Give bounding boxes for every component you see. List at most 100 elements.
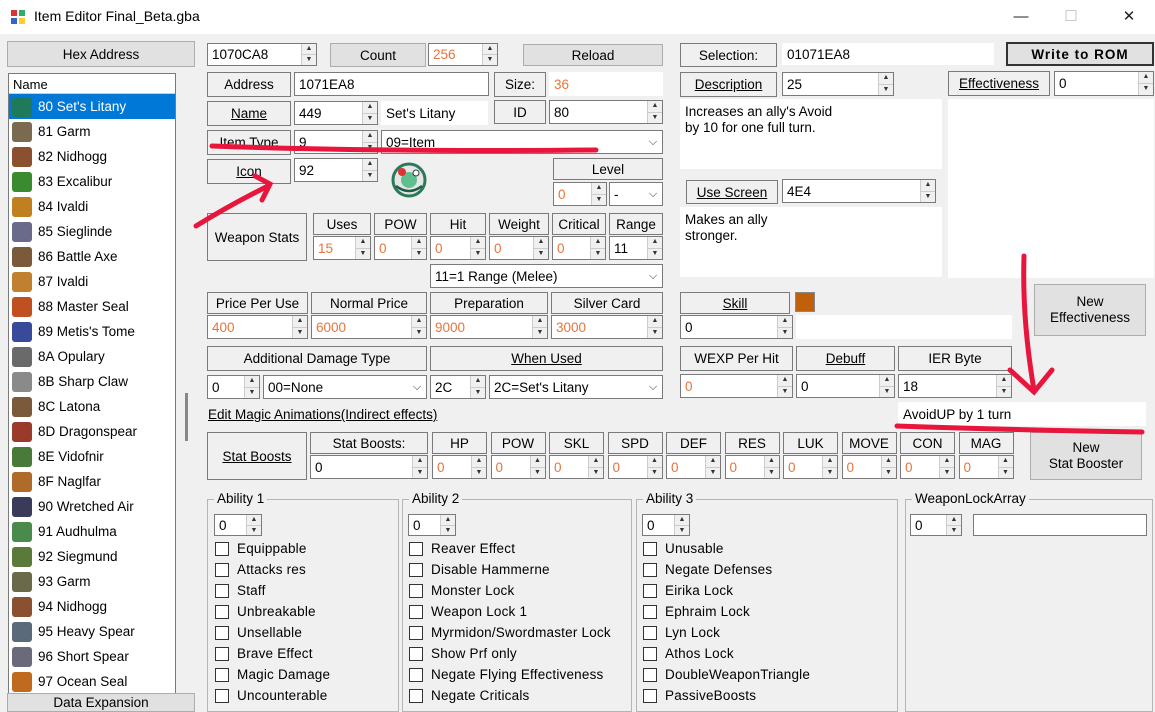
spinner-arrows-icon[interactable]: ▲ ▼ [674,515,689,535]
list-item[interactable]: 91 Audhulma [9,519,175,544]
stat-boosts-spinner[interactable]: 0 ▲ ▼ [310,455,428,479]
scroll-thumb[interactable] [185,393,188,441]
hex-address-button[interactable]: Hex Address [7,41,195,67]
spinner-arrows-icon[interactable]: ▲ ▼ [777,375,792,397]
ier-byte-spinner[interactable]: 18 ▲ ▼ [898,374,1012,398]
spinner-arrows-icon[interactable]: ▲ ▼ [763,456,779,478]
list-item[interactable]: 85 Sieglinde [9,219,175,244]
name-spinner[interactable]: 449 ▲ ▼ [294,101,378,125]
ab2-checkbox[interactable]: Weapon Lock 1 [409,604,527,619]
effectiveness-spinner[interactable]: 0 ▲ ▼ [1054,71,1154,96]
spinner-arrows-icon[interactable]: ▲ ▼ [246,515,261,535]
spinner-arrows-icon[interactable]: ▲ ▼ [879,375,894,397]
spinner-arrows-icon[interactable]: ▲ ▼ [878,73,893,95]
new-stat-booster-button[interactable]: New Stat Booster [1030,432,1142,480]
list-item[interactable]: 8E Vidofnir [9,444,175,469]
stat-hp-spinner[interactable]: 0 ▲ ▼ [432,455,487,479]
checkbox-box[interactable] [643,625,657,640]
spinner-arrows-icon[interactable]: ▲ ▼ [939,456,954,478]
reload-button[interactable]: Reload [523,44,663,66]
spinner-arrows-icon[interactable]: ▲ ▼ [471,456,486,478]
ab2-checkbox[interactable]: Negate Flying Effectiveness [409,667,604,682]
spinner-arrows-icon[interactable]: ▲ ▼ [411,237,426,259]
spinner-arrows-icon[interactable]: ▲ ▼ [590,237,605,259]
list-item[interactable]: 82 Nidhogg [9,144,175,169]
level-combo[interactable]: - ⌵ [609,182,663,206]
spinner-arrows-icon[interactable]: ▲ ▼ [646,456,662,478]
item-list[interactable]: Name 80 Set's Litany 81 Garm 82 Nidhogg 83 … [8,73,176,695]
maximize-icon[interactable]: ☐ [1060,6,1082,28]
skill-spinner[interactable]: 0 ▲ ▼ [680,315,793,339]
checkbox-box[interactable] [409,646,423,661]
checkbox-box[interactable] [643,604,657,619]
spinner-arrows-icon[interactable]: ▲ ▼ [470,237,485,259]
checkbox-box[interactable] [215,541,229,556]
checkbox-box[interactable] [643,583,657,598]
spinner-arrows-icon[interactable]: ▲ ▼ [591,183,606,205]
critical-spinner[interactable]: 0 ▲ ▼ [552,236,606,260]
when-used-combo[interactable]: 2C=Set's Litany ⌵ [489,375,663,399]
minimize-icon[interactable]: — [1010,6,1032,28]
list-item[interactable]: 8F Naglfar [9,469,175,494]
ab2-checkbox[interactable]: Reaver Effect [409,541,515,556]
spinner-arrows-icon[interactable]: ▲ ▼ [880,456,896,478]
checkbox-box[interactable] [643,688,657,703]
count-spinner[interactable]: 256 ▲ ▼ [428,43,498,66]
spinner-arrows-icon[interactable]: ▲ ▼ [946,515,961,535]
chevron-down-icon[interactable]: ⌵ [644,381,662,394]
ab1-checkbox[interactable]: Uncounterable [215,688,327,703]
weapon-lock-spinner[interactable]: 0 ▲ ▼ [910,514,962,536]
debuff-button[interactable]: Debuff [796,346,895,371]
list-item[interactable]: 87 Ivaldi [9,269,175,294]
spinner-arrows-icon[interactable]: ▲ ▼ [777,316,792,338]
weight-spinner[interactable]: 0 ▲ ▼ [489,236,549,260]
effectiveness-button[interactable]: Effectiveness [948,71,1050,96]
use-screen-spinner[interactable]: 4E4 ▲ ▼ [782,179,936,203]
spinner-arrows-icon[interactable]: ▲ ▼ [532,316,547,338]
ab1-checkbox[interactable]: Magic Damage [215,667,330,682]
spinner-arrows-icon[interactable]: ▲ ▼ [411,316,426,338]
spinner-arrows-icon[interactable]: ▲ ▼ [292,316,307,338]
preparation-spinner[interactable]: 9000 ▲ ▼ [430,315,548,339]
checkbox-box[interactable] [409,583,423,598]
checkbox-box[interactable] [215,667,229,682]
ab3-checkbox[interactable]: Athos Lock [643,646,734,661]
list-item[interactable]: 95 Heavy Spear [9,619,175,644]
list-scrollbar[interactable] [176,73,196,695]
list-item[interactable]: 84 Ivaldi [9,194,175,219]
icon-spinner[interactable]: 92 ▲ ▼ [294,158,378,182]
edit-magic-animations-link[interactable]: Edit Magic Animations(Indirect effects) [208,407,437,422]
use-screen-text[interactable]: Makes an ally stronger. [680,207,942,277]
when-used-button[interactable]: When Used [430,346,663,371]
hit-spinner[interactable]: 0 ▲ ▼ [430,236,486,260]
hex-address-spinner[interactable]: 1070CA8 ▲ ▼ [207,43,317,66]
ab3-checkbox[interactable]: Unusable [643,541,724,556]
new-effectiveness-button[interactable]: New Effectiveness [1034,284,1146,336]
stat-move-spinner[interactable]: 0 ▲ ▼ [841,455,897,479]
selection-field[interactable]: 01071EA8 [782,43,994,65]
ability3-spinner[interactable]: 0 ▲ ▼ [642,514,690,536]
ability1-spinner[interactable]: 0 ▲ ▼ [214,514,262,536]
description-spinner[interactable]: 25 ▲ ▼ [782,72,894,96]
damage-type-spinner[interactable]: 0 ▲ ▼ [207,375,260,399]
stat-luk-spinner[interactable]: 0 ▲ ▼ [783,455,838,479]
ab1-checkbox[interactable]: Unsellable [215,625,302,640]
damage-type-combo[interactable]: 00=None ⌵ [263,375,427,399]
uses-spinner[interactable]: 15 ▲ ▼ [313,236,371,260]
spinner-arrows-icon[interactable]: ▲ ▼ [647,101,662,123]
stat-res-spinner[interactable]: 0 ▲ ▼ [724,455,780,479]
close-icon[interactable]: ✕ [1118,6,1140,28]
spinner-arrows-icon[interactable]: ▲ ▼ [529,456,545,478]
checkbox-box[interactable] [409,667,423,682]
spinner-arrows-icon[interactable]: ▲ ▼ [362,159,377,181]
ab3-checkbox[interactable]: Negate Defenses [643,562,772,577]
list-item[interactable]: 80 Set's Litany [9,94,175,119]
list-item[interactable]: 94 Nidhogg [9,594,175,619]
ab3-checkbox[interactable]: Eirika Lock [643,583,733,598]
chevron-down-icon[interactable]: ⌵ [644,188,662,201]
when-used-spinner[interactable]: 2C ▲ ▼ [430,375,486,399]
ability2-spinner[interactable]: 0 ▲ ▼ [408,514,456,536]
spinner-arrows-icon[interactable]: ▲ ▼ [412,456,427,478]
list-item[interactable]: 8B Sharp Claw [9,369,175,394]
description-button[interactable]: Description [680,72,777,97]
